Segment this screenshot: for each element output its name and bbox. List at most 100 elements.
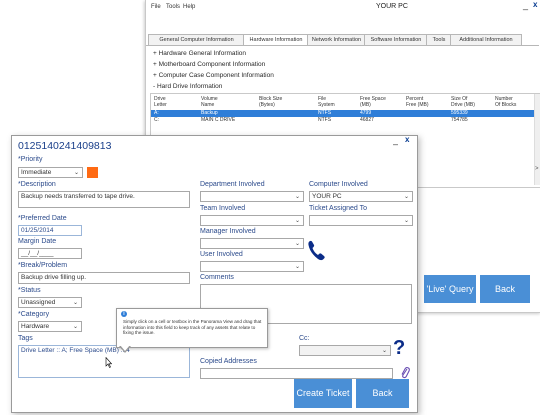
phone-icon[interactable]: [306, 239, 328, 263]
table-column-header[interactable]: Volume Name: [201, 96, 218, 108]
chevron-down-icon: ⌄: [403, 218, 409, 224]
table-column-header[interactable]: Size Of Drive (MB): [451, 96, 475, 108]
copied-addresses-field[interactable]: [200, 368, 393, 379]
tooltip-text: Simply click on a cell or textbox in the…: [123, 319, 262, 336]
cc-select[interactable]: ⌄: [299, 345, 391, 356]
hard-drive-information[interactable]: - Hard Drive Information: [153, 83, 222, 90]
tooltip-pointer-fill: [120, 345, 130, 351]
table-column-header[interactable]: Drive Letter: [154, 96, 167, 108]
manager-select[interactable]: ⌄: [200, 238, 304, 249]
drag-hint-tooltip: i Simply click on a cell or textbox in t…: [116, 308, 268, 353]
table-cell[interactable]: 754785: [451, 117, 468, 124]
minimize-icon[interactable]: _: [523, 0, 528, 10]
menu-tools[interactable]: Tools: [166, 4, 180, 10]
table-column-header[interactable]: Number Of Blocks: [495, 96, 516, 108]
table-column-header[interactable]: File System: [318, 96, 335, 108]
margin-date-label: Margin Date: [18, 238, 57, 245]
column-header-line: Of Blocks: [495, 102, 517, 108]
menu-file[interactable]: File: [151, 4, 161, 10]
tab-divider: [146, 45, 539, 46]
back-window-back-button[interactable]: Back: [480, 275, 530, 303]
manager-involved-label: Manager Involved: [200, 228, 256, 235]
chevron-down-icon: ⌄: [294, 218, 300, 224]
chevron-down-icon: ⌄: [72, 300, 78, 306]
priority-select[interactable]: Immediate ⌄: [18, 167, 83, 178]
preferred-date-field[interactable]: 01/25/2014: [18, 225, 82, 236]
column-header-line: Free (MB): [406, 102, 429, 108]
computer-case-component-information[interactable]: + Computer Case Component Information: [153, 72, 274, 79]
status-label: *Status: [18, 287, 41, 294]
table-cell[interactable]: Backup: [201, 110, 218, 117]
ticket-assigned-to-label: Ticket Assigned To: [309, 205, 367, 212]
live-query-button[interactable]: 'Live' Query: [424, 275, 476, 303]
ticket-assigned-select[interactable]: ⌄: [309, 215, 413, 226]
front-back-button[interactable]: Back: [356, 379, 409, 408]
create-ticket-window: 0125140241409813 – x *Priority Immediate…: [11, 135, 418, 413]
table-cell[interactable]: A:: [154, 110, 159, 117]
help-icon[interactable]: ?: [393, 337, 405, 360]
table-column-header[interactable]: Block Size (Bytes): [259, 96, 282, 108]
chevron-down-icon: ⌄: [403, 194, 409, 200]
chevron-down-icon: ⌄: [294, 241, 300, 247]
computer-involved-label: Computer Involved: [309, 181, 368, 188]
break-problem-label: *Break/Problem: [18, 262, 68, 269]
priority-color-swatch: [87, 167, 98, 178]
motherboard-component-information[interactable]: + Motherboard Component Information: [153, 61, 265, 68]
break-problem-field[interactable]: Backup drive filling up.: [18, 272, 190, 284]
close-icon[interactable]: x: [405, 135, 409, 144]
scroll-right-icon[interactable]: >: [535, 166, 539, 172]
table-cell[interactable]: MAIN C DRIVE: [201, 117, 235, 124]
table-cell[interactable]: 595339: [451, 110, 468, 117]
team-select[interactable]: ⌄: [200, 215, 304, 226]
table-row[interactable]: A: Backup NTFS 4799 595339: [151, 110, 534, 117]
table-cell[interactable]: NTFS: [318, 117, 331, 124]
column-header-line: Letter: [154, 102, 167, 108]
chevron-down-icon: ⌄: [294, 264, 300, 270]
table-cell[interactable]: C:: [154, 117, 159, 124]
menu-help[interactable]: Help: [183, 4, 195, 10]
user-select[interactable]: ⌄: [200, 261, 304, 272]
minimize-icon[interactable]: –: [393, 139, 398, 149]
cursor-icon: [105, 357, 112, 368]
close-icon[interactable]: x: [533, 0, 537, 9]
status-select[interactable]: Unassigned ⌄: [18, 297, 82, 308]
column-header-line: Name: [201, 102, 215, 108]
paperclip-icon[interactable]: [400, 366, 410, 380]
table-column-header[interactable]: Percent Free (MB): [406, 96, 429, 108]
table-cell[interactable]: NTFS: [318, 110, 331, 117]
tags-field[interactable]: Drive Letter :: A; Free Space (MB) :: 4: [18, 345, 190, 378]
column-header-line: (MB): [360, 102, 371, 108]
cc-label: Cc:: [299, 335, 310, 342]
comments-label: Comments: [200, 274, 234, 281]
department-involved-label: Department Involved: [200, 181, 265, 188]
table-cell[interactable]: 4799: [360, 110, 371, 117]
margin-date-field[interactable]: __/__/____: [18, 248, 82, 259]
department-select[interactable]: ⌄: [200, 191, 304, 202]
category-value: Hardware: [21, 323, 50, 330]
tags-label: Tags: [18, 335, 33, 342]
user-involved-label: User Involved: [200, 251, 243, 258]
description-label: *Description: [18, 181, 56, 188]
computer-select[interactable]: YOUR PC ⌄: [309, 191, 413, 202]
table-cell[interactable]: 46827: [360, 117, 374, 124]
window-title: YOUR PC: [376, 3, 408, 10]
category-label: *Category: [18, 311, 50, 318]
chevron-down-icon: ⌄: [294, 194, 300, 200]
priority-value: Immediate: [21, 169, 52, 176]
priority-label: *Priority: [18, 156, 43, 163]
create-ticket-button[interactable]: Create Ticket: [294, 379, 352, 408]
table-column-header[interactable]: Free Space (MB): [360, 96, 386, 108]
hardware-general-information[interactable]: + Hardware General Information: [153, 50, 246, 57]
info-icon: i: [121, 311, 127, 317]
chevron-down-icon: ⌄: [381, 348, 387, 354]
description-field[interactable]: Backup needs transferred to tape drive.: [18, 191, 190, 208]
table-scrollbar[interactable]: >: [534, 94, 540, 185]
tags-value: Drive Letter :: A; Free Space (MB) :: 4: [21, 347, 130, 354]
chevron-down-icon: ⌄: [73, 170, 79, 176]
column-header-line: (Bytes): [259, 102, 275, 108]
table-row[interactable]: C: MAIN C DRIVE NTFS 46827 754785: [151, 117, 534, 124]
category-select[interactable]: Hardware ⌄: [18, 321, 82, 332]
copied-addresses-label: Copied Addresses: [200, 358, 257, 365]
ticket-number: 0125140241409813: [18, 140, 112, 152]
status-value: Unassigned: [21, 299, 56, 306]
